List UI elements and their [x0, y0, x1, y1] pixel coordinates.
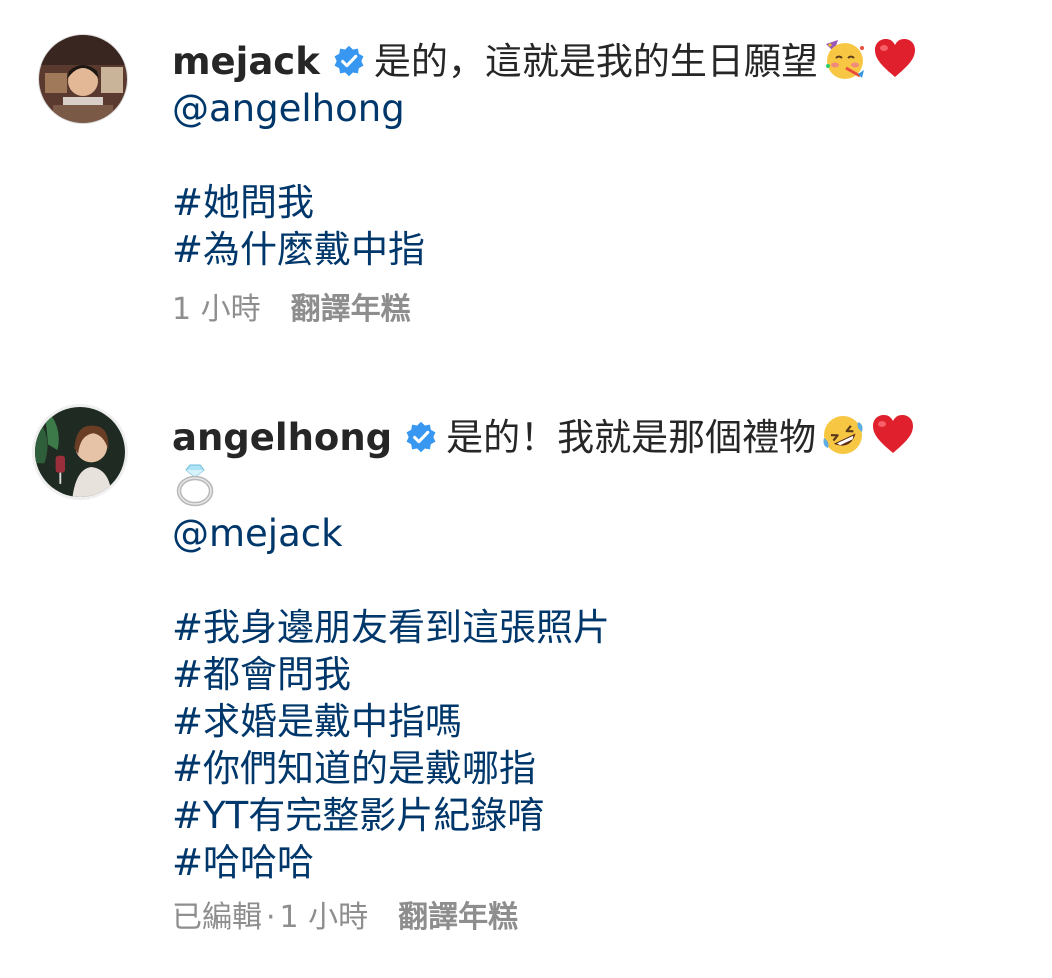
verified-badge-icon [332, 44, 366, 78]
rolling-laughing-emoji-icon [820, 412, 866, 458]
hashtag-link[interactable]: #她問我 [172, 179, 1022, 226]
meta-separator: · [266, 900, 276, 935]
mention-link[interactable]: @angelhong [172, 85, 1022, 132]
partying-face-emoji-icon [822, 36, 868, 82]
comment-item: mejack 是的，這就是我的生日願望 @angelhong #她問我 #為什麼戴… [0, 0, 1052, 370]
hashtag-link[interactable]: #為什麼戴中指 [172, 226, 1022, 273]
comment-meta: 1 小時 翻譯年糕 [172, 284, 411, 328]
ring-emoji-icon [172, 461, 218, 507]
hashtag-link[interactable]: #求婚是戴中指嗎 [172, 698, 1022, 745]
comment-username[interactable]: angelhong [172, 416, 392, 459]
hashtag-link[interactable]: #都會問我 [172, 651, 1022, 698]
hashtag-link[interactable]: #哈哈哈 [172, 839, 1022, 886]
comment-username[interactable]: mejack [172, 40, 320, 83]
comment-text: 是的！我就是那個禮物 [446, 416, 817, 459]
comment-meta: 已編輯 · 1 小時 翻譯年糕 [172, 892, 518, 936]
translate-button[interactable]: 翻譯年糕 [291, 292, 411, 327]
red-heart-emoji-icon [872, 36, 918, 82]
avatar[interactable] [38, 34, 128, 124]
hashtag-link[interactable]: #YT有完整影片紀錄唷 [172, 792, 1022, 839]
translate-button[interactable]: 翻譯年糕 [398, 900, 518, 935]
mention-link[interactable]: @mejack [172, 510, 1022, 557]
comment-time: 1 小時 [279, 900, 369, 935]
comment-time: 1 小時 [172, 292, 261, 327]
red-heart-emoji-icon [870, 412, 916, 458]
edited-label: 已編輯 [172, 900, 262, 935]
avatar[interactable] [32, 404, 128, 500]
comment-text: 是的，這就是我的生日願望 [373, 40, 818, 83]
verified-badge-icon [404, 420, 438, 454]
hashtag-link[interactable]: #我身邊朋友看到這張照片 [172, 604, 1022, 651]
comment-item: angelhong 是的！我就是那個禮物 @mejack #我身邊朋友看到這張照片… [0, 378, 1052, 978]
hashtag-link[interactable]: #你們知道的是戴哪指 [172, 745, 1022, 792]
